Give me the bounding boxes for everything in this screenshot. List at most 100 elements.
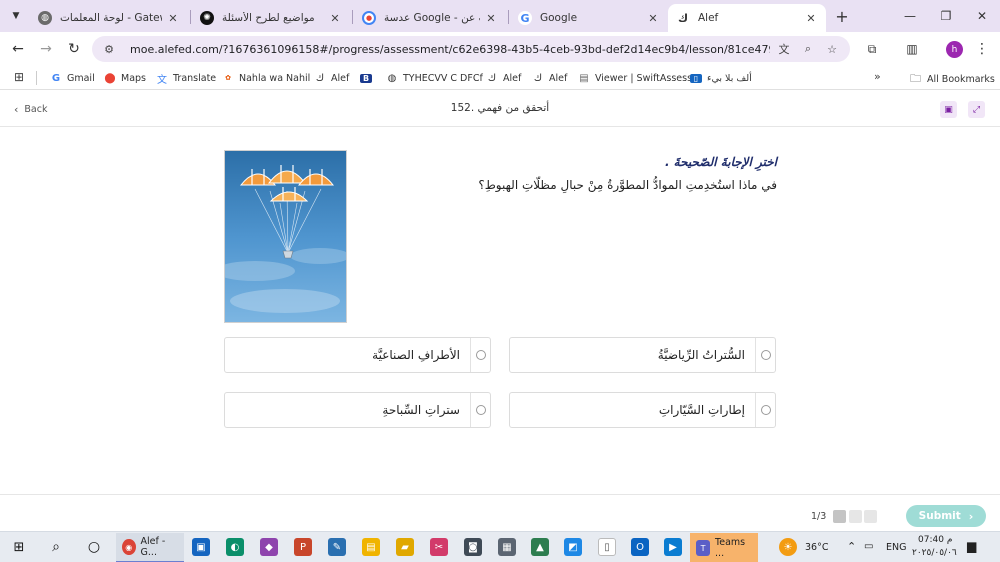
radio-button[interactable]	[475, 350, 486, 360]
chrome-icon: ◉	[122, 539, 136, 555]
folder-icon: 🗀	[910, 72, 921, 85]
doc-icon: ▤	[579, 72, 589, 84]
radio-button[interactable]	[475, 405, 486, 415]
language-indicator[interactable]: ENG	[886, 542, 906, 553]
back-button[interactable]: ‹ Back	[14, 103, 47, 116]
back-arrow-icon[interactable]: ←	[8, 39, 28, 59]
close-icon[interactable]: ✕	[804, 12, 818, 25]
forward-arrow-icon[interactable]: →	[36, 39, 56, 59]
show-hidden-icons-chevron-icon[interactable]: ⌃	[847, 540, 856, 553]
minimize-icon[interactable]: —	[900, 6, 920, 26]
close-icon[interactable]: ✕	[328, 12, 342, 25]
taskbar-teams[interactable]: T Teams ...	[690, 533, 758, 562]
question-instruction: اخترِ الإجابةَ الصّحيحةَ .	[664, 155, 777, 169]
sticky-notes-icon[interactable]: ▤	[362, 538, 380, 556]
bookmark-star-icon[interactable]: ☆	[824, 41, 840, 57]
radio-cell[interactable]	[470, 393, 490, 427]
all-bookmarks[interactable]: 🗀 All Bookmarks	[910, 70, 995, 89]
b-logo-icon: B	[360, 73, 372, 83]
radio-cell[interactable]	[755, 393, 775, 427]
radio-button[interactable]	[760, 350, 771, 360]
translate-page-icon[interactable]: 文	[776, 41, 792, 57]
weather-temp[interactable]: 36°C	[805, 542, 828, 553]
maps-app-icon[interactable]: ▲	[531, 538, 549, 556]
clock-date[interactable]: ٢٠٢٥/٠٥/٠٦	[912, 548, 957, 558]
restore-icon[interactable]: ❐	[936, 6, 956, 26]
tab-google[interactable]: G Google ✕	[510, 4, 668, 32]
bookmark-alef-3[interactable]: ﻙ Alef	[532, 70, 567, 86]
more-bookmarks-chevron-icon[interactable]: »	[874, 70, 881, 83]
bookmark-translate[interactable]: 文 Translate	[156, 70, 216, 86]
url-text[interactable]: moe.alefed.com/?1676361096158#/progress/…	[130, 43, 770, 56]
close-icon[interactable]: ✕	[166, 12, 180, 25]
answer-option-2[interactable]: الأطرافِ الصناعيَّة	[224, 337, 491, 373]
answer-option-label: ستراتِ السِّباحةِ	[382, 403, 460, 417]
store-icon[interactable]: ▣	[192, 538, 210, 556]
menu-kebab-icon[interactable]: ⋮	[972, 39, 992, 59]
weather-icon[interactable]: ☀	[779, 538, 797, 556]
zoom-icon[interactable]: ⌕	[800, 41, 816, 57]
reload-icon[interactable]: ↻	[64, 39, 84, 59]
clock-time[interactable]: 07:40 م	[918, 535, 952, 545]
bookmark-b[interactable]: B	[360, 70, 377, 86]
close-icon[interactable]: ✕	[646, 12, 660, 25]
copilot-icon[interactable]: ◆	[260, 538, 278, 556]
address-bar[interactable]: ⚙ moe.alefed.com/?1676361096158#/progres…	[92, 36, 850, 62]
apps-grid-icon[interactable]: ⊞	[14, 70, 24, 84]
bookmark-alef-bila-baa[interactable]: ▯ ألف بلا بيء	[690, 70, 752, 86]
task-view-icon[interactable]: ○	[85, 538, 103, 556]
windows-start-icon[interactable]: ⊞	[10, 538, 28, 556]
reading-list-icon[interactable]: ▥	[902, 39, 922, 59]
tab-gateway[interactable]: ◍ لوحة المعلمات - Gateway ✕	[30, 4, 188, 32]
extensions-icon[interactable]: ⧉	[862, 39, 882, 59]
bookmark-gmail[interactable]: G Gmail	[50, 70, 95, 86]
answer-option-3[interactable]: إطاراتِ السَّيّاراتِ	[509, 392, 776, 428]
close-icon[interactable]: ✕	[484, 12, 498, 25]
powerpoint-icon[interactable]: P	[294, 538, 312, 556]
file-explorer-icon[interactable]: ▰	[396, 538, 414, 556]
bookmark-maps[interactable]: ⬤ Maps	[104, 70, 146, 86]
bookmark-swiftassess[interactable]: ▤ Viewer | SwiftAssess	[578, 70, 692, 86]
window-close-icon[interactable]: ✕	[972, 6, 992, 26]
media-player-icon[interactable]: ▶	[664, 538, 682, 556]
teams-icon: T	[696, 540, 711, 556]
alef-icon: ﻙ	[533, 72, 543, 84]
radio-button[interactable]	[760, 405, 771, 415]
tab-chatgpt[interactable]: ✺ مواضيع لطرح الأسئلة ✕	[192, 4, 350, 32]
fullscreen-icon[interactable]: ⤢	[968, 101, 985, 118]
search-icon[interactable]: ⌕	[47, 538, 65, 556]
bookmark-nahla[interactable]: ✿ Nahla wa Nahil	[222, 70, 310, 86]
answer-option-1[interactable]: السُّتراتُ الرِّياضيَّةُ	[509, 337, 776, 373]
edge-icon[interactable]: ◐	[226, 538, 244, 556]
progress-segment-1	[833, 510, 846, 523]
new-tab-plus-icon[interactable]: +	[832, 6, 852, 26]
notes-icon[interactable]: ▣	[940, 101, 957, 118]
profile-avatar[interactable]: h	[946, 41, 963, 58]
battery-icon[interactable]: ▭	[864, 541, 873, 552]
parachute-capsule-illustration	[225, 151, 346, 322]
alef-icon: ﻙ	[315, 72, 325, 84]
notepad-icon[interactable]: ▯	[598, 538, 616, 556]
notifications-icon[interactable]: ▆	[967, 539, 976, 553]
tab-alef[interactable]: ﻙ Alef ✕	[668, 4, 826, 32]
calculator-icon[interactable]: ▦	[498, 538, 516, 556]
answer-option-4[interactable]: ستراتِ السِّباحةِ	[224, 392, 491, 428]
taskbar-chrome-alef[interactable]: ◉ Alef - G...	[116, 533, 184, 562]
submit-button[interactable]: Submit ›	[906, 505, 986, 527]
photos-icon[interactable]: ◩	[564, 538, 582, 556]
site-info-icon[interactable]: ⚙	[100, 43, 118, 56]
bookmark-alef-2[interactable]: ﻙ Alef	[486, 70, 521, 86]
outlook-icon[interactable]: O	[631, 538, 649, 556]
snipping-tool-icon[interactable]: ✂	[430, 538, 448, 556]
openai-icon: ✺	[200, 11, 214, 25]
bookmark-tyhecvv[interactable]: ◍ TYHECVV C DFCf	[386, 70, 483, 86]
tab-divider	[508, 10, 509, 24]
bookmark-alef-1[interactable]: ﻙ Alef	[314, 70, 349, 86]
radio-cell[interactable]	[755, 338, 775, 372]
radio-cell[interactable]	[470, 338, 490, 372]
google-icon: G	[51, 72, 61, 84]
paint-icon[interactable]: ✎	[328, 538, 346, 556]
camera-icon[interactable]: ◙	[464, 538, 482, 556]
tab-search-chevron-icon[interactable]: ▼	[6, 6, 26, 26]
tab-google-lens[interactable]: ● عدسة Google - البحث عن ✕	[354, 4, 506, 32]
